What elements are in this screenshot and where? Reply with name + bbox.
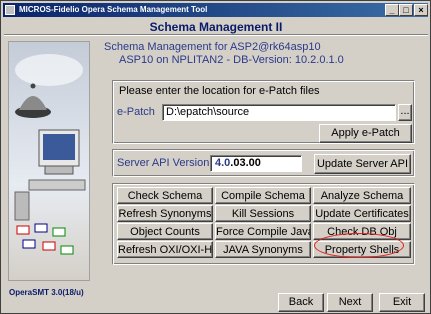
next-button[interactable]: Next — [327, 293, 373, 312]
server-api-version-field: 4.0.03.00 — [210, 155, 302, 172]
highlight-circle — [314, 233, 404, 258]
back-button[interactable]: Back — [278, 293, 324, 312]
apply-epatch-button[interactable]: Apply e-Patch — [319, 124, 412, 143]
java-synonyms-button[interactable]: JAVA Synonyms — [215, 241, 311, 258]
server-api-group: Server API Version 4.0.03.00 Update Serv… — [112, 149, 415, 177]
kill-sessions-button[interactable]: Kill Sessions — [215, 205, 311, 222]
refresh-synonyms-button[interactable]: Refresh Synonyms — [117, 205, 213, 222]
minimize-button[interactable]: _ — [385, 4, 399, 16]
object-counts-button[interactable]: Object Counts — [117, 223, 213, 240]
app-icon — [5, 5, 15, 15]
header-divider — [4, 34, 428, 36]
app-window: MICROS-Fidelio Opera Schema Management T… — [0, 0, 431, 314]
header-band: Schema Management II — [4, 19, 428, 35]
db-version-line: ASP10 on NPLITAN2 - DB-Version: 10.2.0.1… — [119, 54, 344, 66]
close-button[interactable]: × — [414, 4, 428, 16]
server-api-version-minor: .03.00 — [230, 157, 261, 169]
title-bar: MICROS-Fidelio Opera Schema Management T… — [3, 3, 428, 17]
server-api-version-major: 4.0 — [215, 157, 231, 169]
hotel-illustration — [8, 41, 90, 281]
compile-schema-button[interactable]: Compile Schema — [215, 187, 311, 204]
analyze-schema-button[interactable]: Analyze Schema — [313, 187, 411, 204]
update-certificates-button[interactable]: Update Certificates — [313, 205, 411, 222]
app-version: OperaSMT 3.0(18/u) — [9, 288, 84, 297]
schema-info-line: Schema Management for ASP2@rk64asp10 — [104, 41, 321, 53]
update-server-api-button[interactable]: Update Server API — [314, 154, 411, 174]
page-title: Schema Management II — [149, 20, 283, 34]
refresh-oxi-hub-button[interactable]: Refresh OXI/OXI-Hub — [117, 241, 213, 258]
check-schema-button[interactable]: Check Schema — [117, 187, 213, 204]
epatch-label: e-Patch — [117, 106, 155, 118]
epatch-group: Please enter the location for e-Patch fi… — [112, 80, 415, 144]
force-compile-java-button[interactable]: Force Compile Java — [215, 223, 311, 240]
hotel-illustration-art — [14, 54, 86, 255]
maximize-button[interactable]: □ — [399, 4, 413, 16]
epatch-prompt: Please enter the location for e-Patch fi… — [119, 85, 320, 97]
server-api-label: Server API Version — [117, 157, 210, 169]
window-title: MICROS-Fidelio Opera Schema Management T… — [19, 5, 208, 14]
browse-button[interactable]: ... — [398, 104, 412, 121]
epatch-path-input[interactable]: D:\epatch\source — [162, 104, 396, 121]
exit-button[interactable]: Exit — [379, 293, 425, 312]
